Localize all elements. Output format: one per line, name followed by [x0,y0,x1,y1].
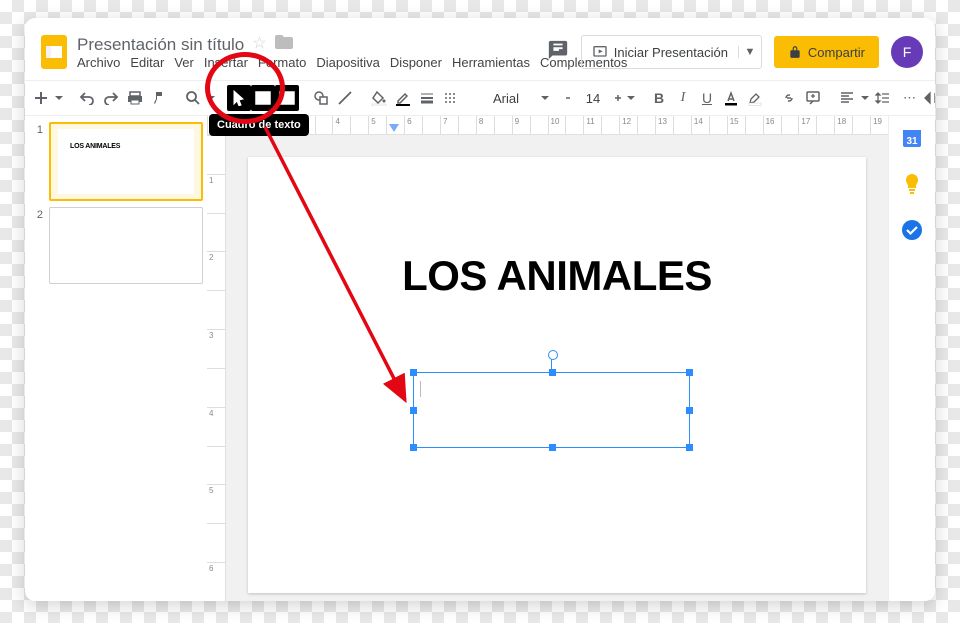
horizontal-ruler[interactable]: 12345678910111213141516171819 [207,116,888,135]
resize-handle-br[interactable] [686,444,693,451]
add-comment-button[interactable] [801,85,825,111]
menu-insertar[interactable]: Insertar [204,56,248,69]
resize-handle-tr[interactable] [686,369,693,376]
resize-handle-bm[interactable] [549,444,556,451]
resize-handle-ml[interactable] [410,407,417,414]
menu-herramientas[interactable]: Herramientas [452,56,530,69]
decrease-font-button[interactable] [561,85,575,111]
resize-handle-mr[interactable] [686,407,693,414]
account-avatar[interactable]: F [891,36,923,68]
font-name-select[interactable]: Arial [473,91,539,106]
highlight-color-button[interactable] [743,85,767,111]
line-spacing-button[interactable] [871,85,895,111]
present-icon [592,44,608,60]
undo-button[interactable] [75,85,99,111]
svg-text:31: 31 [906,136,918,147]
text-box-button[interactable] [251,85,275,111]
increase-font-button[interactable] [611,85,625,111]
folder-icon[interactable] [275,35,293,53]
zoom-button[interactable] [181,85,205,111]
resize-handle-tm[interactable] [549,369,556,376]
link-button[interactable] [777,85,801,111]
new-slide-button[interactable] [29,85,53,111]
rotate-handle[interactable] [548,350,558,360]
print-button[interactable] [123,85,147,111]
image-button[interactable] [275,85,299,111]
selected-text-box[interactable] [413,372,690,448]
select-tool-button[interactable] [227,85,251,111]
share-label: Compartir [808,45,865,60]
paint-format-button[interactable] [147,85,171,111]
header-bar: Presentación sin título ☆ Archivo Editar… [25,18,935,80]
title-row: Presentación sin título ☆ [77,35,547,53]
resize-handle-tl[interactable] [410,369,417,376]
text-cursor [420,381,421,397]
present-dropdown-icon[interactable]: ▼ [738,46,761,58]
doc-title[interactable]: Presentación sin título [77,36,244,53]
tasks-icon[interactable] [900,218,924,242]
underline-button[interactable]: U [695,85,719,111]
align-button[interactable] [835,85,859,111]
lock-icon [788,45,802,59]
collapse-sidebar-icon[interactable] [923,85,935,111]
more-button[interactable]: ⋯ [903,85,917,111]
side-panel-rail: 31 [888,116,935,601]
star-icon[interactable]: ☆ [252,36,266,52]
fill-color-button[interactable] [367,85,391,111]
align-dropdown-icon[interactable] [859,85,871,111]
filmstrip: 1 LOS ANIMALES 2 [25,116,207,601]
toolbar: Arial 14 B I U [25,80,935,116]
menubar: Archivo Editar Ver Insertar Formato Diap… [77,56,547,69]
line-button[interactable] [333,85,357,111]
new-slide-dropdown-icon[interactable] [53,85,65,111]
keep-icon[interactable] [900,172,924,196]
resize-handle-bl[interactable] [410,444,417,451]
font-dropdown-icon[interactable] [539,85,551,111]
slide-thumbnail-1[interactable]: 1 LOS ANIMALES [33,122,203,201]
present-label: Iniciar Presentación [614,45,728,60]
app-logo-icon[interactable] [35,33,73,71]
menu-archivo[interactable]: Archivo [77,56,120,69]
font-size-dropdown-icon[interactable] [625,85,637,111]
text-box-tooltip: Cuadro de texto [209,114,309,136]
border-weight-button[interactable] [415,85,439,111]
menu-disponer[interactable]: Disponer [390,56,442,69]
comments-icon[interactable] [547,39,569,66]
border-dash-button[interactable] [439,85,463,111]
canvas-area: 12345678910111213141516171819 123456 LOS… [207,116,888,601]
calendar-icon[interactable]: 31 [900,126,924,150]
menu-diapositiva[interactable]: Diapositiva [316,56,380,69]
app-window: Presentación sin título ☆ Archivo Editar… [25,18,935,601]
slide-thumbnail-2[interactable]: 2 [33,207,203,284]
slide-canvas[interactable]: LOS ANIMALES [248,157,866,593]
text-color-button[interactable] [719,85,743,111]
present-button[interactable]: Iniciar Presentación ▼ [581,35,762,69]
menu-editar[interactable]: Editar [130,56,164,69]
italic-button[interactable]: I [671,85,695,111]
vertical-ruler[interactable]: 123456 [207,135,226,601]
border-color-button[interactable] [391,85,415,111]
bold-button[interactable]: B [647,85,671,111]
zoom-dropdown-icon[interactable] [205,85,217,111]
slide-title-text[interactable]: LOS ANIMALES [248,252,866,300]
font-size-input[interactable]: 14 [575,91,611,106]
menu-ver[interactable]: Ver [174,56,194,69]
redo-button[interactable] [99,85,123,111]
share-button[interactable]: Compartir [774,36,879,68]
shape-button[interactable] [309,85,333,111]
menu-formato[interactable]: Formato [258,56,306,69]
